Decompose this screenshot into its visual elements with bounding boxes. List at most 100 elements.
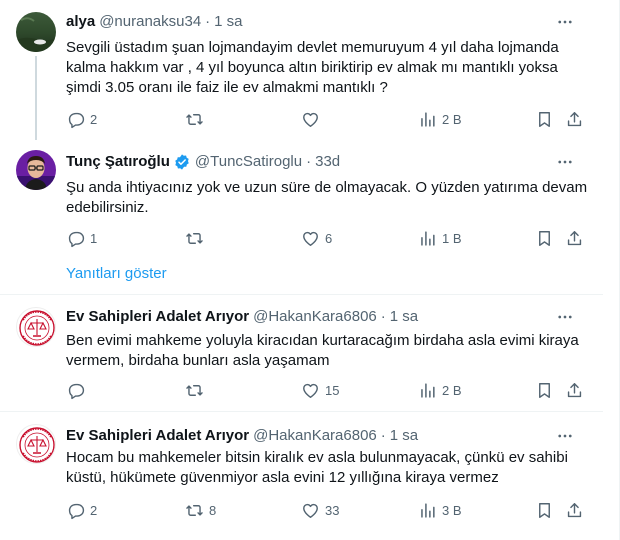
repost-button[interactable]: 8	[185, 500, 216, 520]
views-button[interactable]: 3 B	[418, 500, 462, 520]
views-count: 2 B	[442, 111, 462, 127]
bookmark-icon	[539, 382, 550, 398]
avatar[interactable]	[16, 150, 56, 190]
tweet-text: Sevgili üstadım şuan lojmandayim devlet …	[66, 39, 559, 96]
separator-dot: ·	[380, 427, 386, 444]
reply-icon	[68, 383, 85, 399]
like-icon	[303, 503, 318, 518]
verified-badge-icon	[175, 154, 189, 170]
tweet-header: Tunç Şatıroğlu @TuncSatiroglu · 33d	[66, 152, 591, 172]
share-icon	[567, 502, 582, 517]
views-button[interactable]: 1 B	[418, 228, 462, 248]
share-button[interactable]	[565, 380, 584, 400]
tweet-1[interactable]: alya @nuranaksu34 · 1 sa Sevgili üstadım…	[0, 0, 603, 140]
display-name[interactable]: Tunç Şatıroğlu	[66, 152, 170, 172]
repost-button[interactable]	[185, 228, 209, 248]
reply-thread: alya @nuranaksu34 · 1 sa Sevgili üstadım…	[0, 0, 620, 540]
display-name[interactable]: alya	[66, 12, 95, 32]
reply-button[interactable]: 1	[66, 228, 97, 248]
handle[interactable]: @HakanKara6806	[253, 307, 377, 327]
more-icon[interactable]	[555, 152, 575, 172]
reply-count: 2	[90, 502, 98, 518]
repost-count: 8	[209, 502, 217, 518]
more-icon[interactable]	[555, 426, 575, 446]
thread-connector	[35, 56, 37, 140]
handle[interactable]: @TuncSatiroglu	[195, 152, 302, 172]
separator-dot: ·	[306, 153, 312, 170]
share-icon	[567, 111, 582, 126]
views-button[interactable]: 2 B	[418, 380, 462, 400]
timestamp[interactable]: 33d	[315, 152, 340, 172]
handle[interactable]: @HakanKara6806	[253, 426, 377, 446]
tweet-text: Şu anda ihtiyacınız yok ve uzun süre de …	[66, 179, 588, 216]
reply-icon	[68, 503, 85, 519]
timestamp[interactable]: 1 sa	[390, 307, 418, 327]
repost-icon	[186, 113, 203, 125]
separator-dot: ·	[205, 13, 211, 30]
repost-icon	[186, 504, 203, 516]
like-icon	[303, 231, 318, 246]
share-button[interactable]	[565, 500, 584, 520]
display-name[interactable]: Ev Sahipleri Adalet Arıyor	[66, 307, 249, 327]
tweet-actions: 15 2 B	[66, 380, 592, 400]
tweet-text: Ben evimi mahkeme yoluyla kiracıdan kurt…	[66, 332, 579, 369]
timestamp[interactable]: 1 sa	[390, 426, 418, 446]
views-count: 3 B	[442, 502, 462, 518]
like-button[interactable]	[301, 109, 325, 129]
display-name[interactable]: Ev Sahipleri Adalet Arıyor	[66, 426, 249, 446]
share-button[interactable]	[565, 109, 584, 129]
bookmark-button[interactable]	[535, 380, 554, 400]
tweet-header: Ev Sahipleri Adalet Arıyor @HakanKara680…	[66, 426, 591, 446]
reply-button[interactable]: 2	[66, 500, 97, 520]
share-button[interactable]	[565, 228, 584, 248]
tweet-header: alya @nuranaksu34 · 1 sa	[66, 12, 591, 32]
tweet-actions: 2 8 33 3 B	[66, 500, 592, 520]
avatar[interactable]	[16, 12, 56, 52]
bookmark-icon	[539, 230, 550, 246]
reply-icon	[68, 231, 85, 247]
views-icon	[421, 230, 435, 246]
tweet-2[interactable]: Tunç Şatıroğlu @TuncSatiroglu · 33d Şu a…	[0, 140, 603, 295]
avatar[interactable]	[16, 307, 56, 347]
show-replies-link[interactable]: Yanıtları göster	[66, 264, 167, 284]
reply-icon	[68, 112, 85, 128]
reply-count: 2	[90, 111, 98, 127]
reply-count: 1	[90, 230, 98, 246]
share-icon	[567, 230, 582, 245]
like-icon	[303, 383, 318, 398]
views-icon	[421, 502, 435, 518]
like-icon	[303, 112, 318, 127]
repost-icon	[186, 232, 203, 244]
handle[interactable]: @nuranaksu34	[99, 12, 201, 32]
reply-button[interactable]	[66, 380, 90, 400]
bookmark-icon	[539, 502, 550, 518]
like-button[interactable]: 6	[301, 228, 332, 248]
more-icon[interactable]	[555, 307, 575, 327]
tweet-text: Hocam bu mahkemeler bitsin kiralık ev as…	[66, 449, 568, 486]
bookmark-icon	[539, 111, 550, 127]
tweet-4[interactable]: Ev Sahipleri Adalet Arıyor @HakanKara680…	[0, 412, 603, 540]
like-button[interactable]: 15	[301, 380, 339, 400]
bookmark-button[interactable]	[535, 500, 554, 520]
views-count: 2 B	[442, 382, 462, 398]
bookmark-button[interactable]	[535, 228, 554, 248]
tweet-header: Ev Sahipleri Adalet Arıyor @HakanKara680…	[66, 307, 591, 327]
tweet-3[interactable]: Ev Sahipleri Adalet Arıyor @HakanKara680…	[0, 295, 603, 411]
repost-button[interactable]	[185, 109, 209, 129]
avatar[interactable]	[16, 424, 56, 464]
timestamp[interactable]: 1 sa	[214, 12, 242, 32]
views-button[interactable]: 2 B	[418, 109, 462, 129]
more-icon[interactable]	[555, 12, 575, 32]
like-count: 33	[325, 502, 340, 518]
reply-button[interactable]: 2	[66, 109, 97, 129]
like-count: 6	[325, 230, 333, 246]
share-icon	[567, 382, 582, 397]
views-icon	[421, 111, 435, 127]
repost-button[interactable]	[185, 380, 209, 400]
like-button[interactable]: 33	[301, 500, 339, 520]
like-count: 15	[325, 382, 340, 398]
separator-dot: ·	[380, 308, 386, 325]
repost-icon	[186, 384, 203, 396]
views-icon	[421, 382, 435, 398]
bookmark-button[interactable]	[535, 109, 554, 129]
